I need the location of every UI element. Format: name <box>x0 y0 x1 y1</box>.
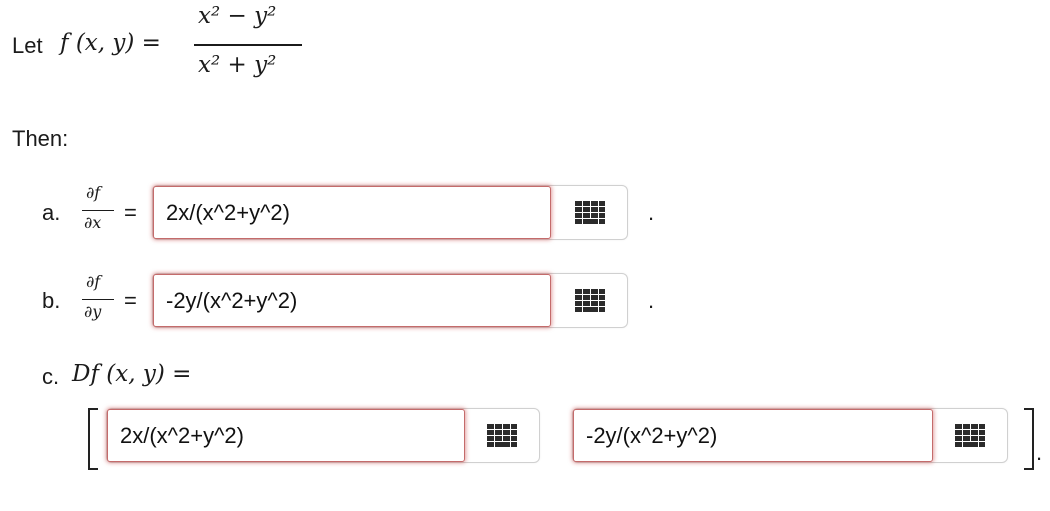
part-a-partial-bar <box>82 210 114 211</box>
part-b-answer-box: -2y/(x^2+y^2) <box>152 273 628 328</box>
part-c-period: . <box>1036 440 1043 465</box>
keypad-grid-icon[interactable] <box>487 423 517 448</box>
part-c-entry1-input[interactable]: 2x/(x^2+y^2) <box>107 409 465 462</box>
part-a-answer-input[interactable]: 2x/(x^2+y^2) <box>153 186 551 239</box>
keypad-grid-icon[interactable] <box>575 288 605 313</box>
part-b-partial-bar <box>82 299 114 300</box>
keypad-grid-icon[interactable] <box>955 423 985 448</box>
part-b-partial-denominator: ∂y <box>84 302 102 321</box>
function-lhs: f (x, y) = <box>60 30 161 56</box>
part-a-partial-denominator: ∂x <box>84 213 102 232</box>
part-b-answer-input[interactable]: -2y/(x^2+y^2) <box>153 274 551 327</box>
fraction-denominator: x² + y² <box>198 52 277 78</box>
part-c-label: c. <box>42 364 60 389</box>
part-b-period: . <box>648 288 655 313</box>
part-a-label: a. <box>42 200 61 225</box>
let-label: Let <box>12 33 43 58</box>
fraction-numerator: x² − y² <box>198 3 277 29</box>
part-b-equals: = <box>124 288 137 313</box>
part-c-lhs: Df (x, y) = <box>72 361 192 387</box>
part-a-equals: = <box>124 200 137 225</box>
part-a-period: . <box>648 200 655 225</box>
matrix-right-bracket <box>1024 408 1034 470</box>
part-b-partial-numerator: ∂f <box>86 272 101 291</box>
part-b-label: b. <box>42 288 61 313</box>
part-c-entry2-box: -2y/(x^2+y^2) <box>572 408 1008 463</box>
function-lhs-text: f (x, y) = <box>60 30 161 56</box>
part-c-entry1-box: 2x/(x^2+y^2) <box>106 408 540 463</box>
part-c-entry2-input[interactable]: -2y/(x^2+y^2) <box>573 409 933 462</box>
then-label: Then: <box>12 126 69 151</box>
matrix-left-bracket <box>88 408 98 470</box>
keypad-grid-icon[interactable] <box>575 200 605 225</box>
fraction-bar <box>194 44 302 46</box>
part-a-answer-box: 2x/(x^2+y^2) <box>152 185 628 240</box>
part-a-partial-numerator: ∂f <box>86 183 101 202</box>
